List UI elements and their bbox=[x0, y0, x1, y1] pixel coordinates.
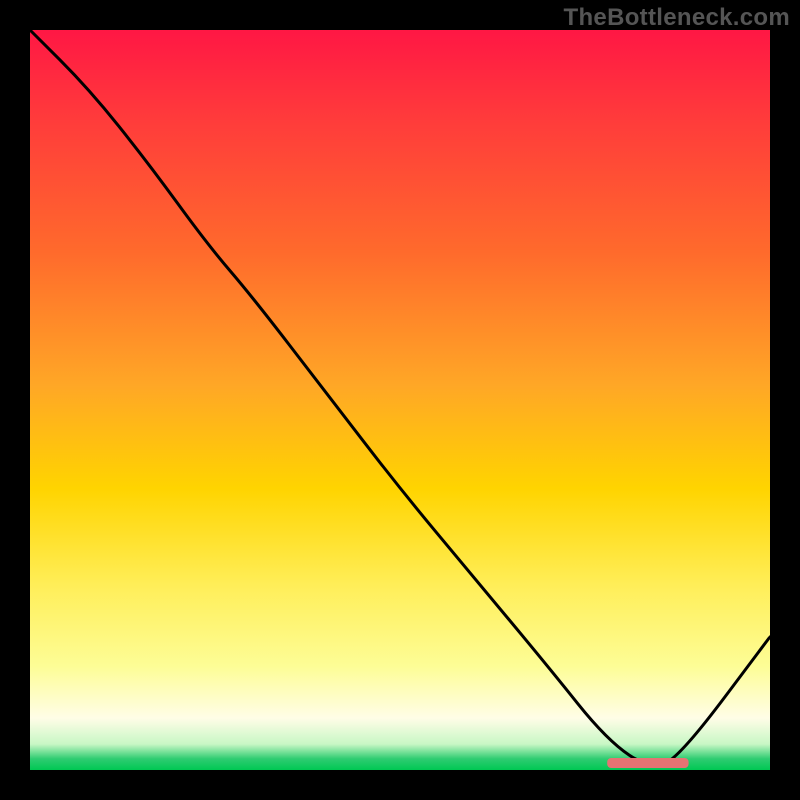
bottleneck-chart bbox=[0, 0, 800, 800]
plot-area bbox=[30, 30, 770, 770]
attribution-text: TheBottleneck.com bbox=[564, 4, 790, 32]
optimal-range-marker bbox=[607, 758, 688, 768]
